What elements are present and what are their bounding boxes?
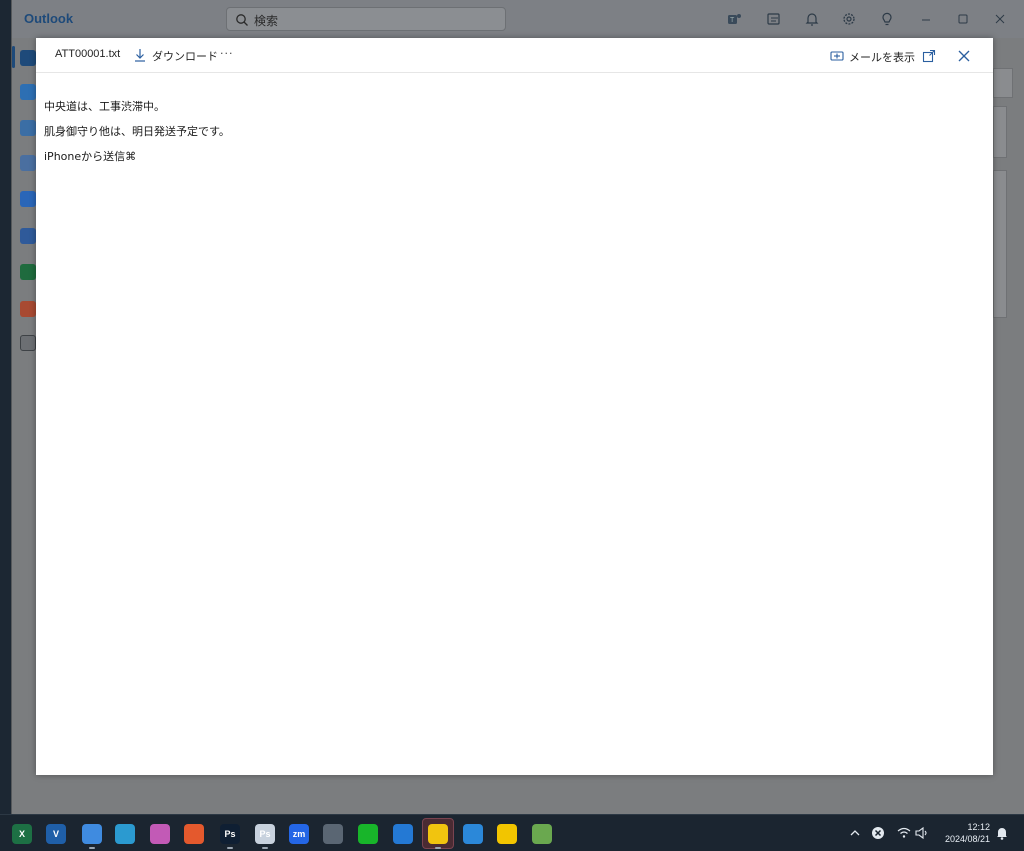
search-placeholder: 検索: [254, 14, 279, 28]
show-mail-button[interactable]: メールを表示: [830, 47, 915, 66]
clock-time: 12:12: [967, 822, 990, 832]
zoom-icon[interactable]: zm: [289, 824, 309, 844]
bg-header: [993, 106, 1007, 158]
wifi-icon[interactable]: [896, 825, 912, 841]
show-mail-icon: [830, 47, 849, 66]
running-indicator: [227, 847, 233, 849]
network-app-icon[interactable]: [532, 824, 552, 844]
apps-icon[interactable]: [20, 335, 36, 351]
app-rail: [12, 38, 37, 814]
chrome-icon[interactable]: [82, 824, 102, 844]
minimize-icon[interactable]: [918, 11, 934, 27]
app-title: Outlook: [24, 11, 74, 26]
people-icon[interactable]: [20, 120, 36, 136]
file-name: ATT00001.txt: [55, 48, 121, 60]
bell-icon[interactable]: [804, 11, 820, 27]
tray-app-icon[interactable]: [870, 825, 886, 841]
compose-icon[interactable]: [766, 11, 782, 27]
excel-icon[interactable]: X: [12, 824, 32, 844]
green-app-icon[interactable]: [358, 824, 378, 844]
title-bar: Outlook 検索 T: [12, 0, 1024, 38]
calculator-icon[interactable]: [323, 824, 343, 844]
powerpoint-icon[interactable]: [20, 301, 36, 317]
gear-icon[interactable]: [841, 11, 857, 27]
search-icon: [235, 12, 249, 26]
notification-bell-icon[interactable]: [994, 825, 1010, 841]
running-indicator: [89, 847, 95, 849]
show-mail-label: メールを表示: [849, 50, 915, 64]
todo-icon[interactable]: [20, 191, 36, 207]
viewer-toolbar: ATT00001.txt ダウンロード ··· メールを表示: [36, 38, 993, 73]
running-indicator: [262, 847, 268, 849]
bg-dropdown: [993, 68, 1013, 98]
safari-icon[interactable]: [393, 824, 413, 844]
download-button[interactable]: ダウンロード: [133, 46, 218, 66]
word-icon[interactable]: [20, 228, 36, 244]
photos-icon[interactable]: [150, 824, 170, 844]
taskbar: X V Ps Ps zm 12:12 2024/08/21: [0, 814, 1024, 851]
photoshop-2-icon[interactable]: Ps: [255, 824, 275, 844]
photoshop-icon[interactable]: Ps: [220, 824, 240, 844]
content-line: 肌身御守り他は、明日発送予定です。: [44, 125, 230, 138]
edge-icon[interactable]: [115, 824, 135, 844]
draw-icon[interactable]: [463, 824, 483, 844]
chevron-up-icon[interactable]: [847, 825, 863, 841]
content-line: 中央道は、工事渋滞中。: [44, 100, 165, 113]
rail-selection-indicator: [12, 46, 15, 68]
download-label: ダウンロード: [152, 50, 218, 63]
content-line: iPhoneから送信⌘: [44, 150, 137, 163]
lightbulb-icon[interactable]: [879, 11, 895, 27]
running-indicator: [435, 847, 441, 849]
attachment-content: 中央道は、工事渋滞中。 肌身御守り他は、明日発送予定です。 iPhoneから送信…: [44, 100, 230, 175]
search-box[interactable]: 検索: [226, 7, 506, 31]
mail-icon[interactable]: [20, 50, 36, 66]
attachment-viewer: ATT00001.txt ダウンロード ··· メールを表示 中央道は、工事渋滞…: [36, 38, 993, 775]
norton-icon[interactable]: [497, 824, 517, 844]
popout-icon[interactable]: [922, 48, 936, 63]
window-close-icon[interactable]: [992, 11, 1008, 27]
groups-icon[interactable]: [20, 155, 36, 171]
svg-text:T: T: [730, 17, 735, 24]
more-options-button[interactable]: ···: [220, 47, 234, 60]
maximize-icon[interactable]: [955, 11, 971, 27]
excel-rail-icon[interactable]: [20, 264, 36, 280]
volume-icon[interactable]: [914, 825, 930, 841]
clock[interactable]: 12:12 2024/08/21: [936, 821, 990, 845]
vscode-icon[interactable]: V: [46, 824, 66, 844]
download-icon: [133, 47, 152, 66]
clock-date: 2024/08/21: [944, 834, 990, 844]
sticky-notes-icon[interactable]: [428, 824, 448, 844]
firefox-icon[interactable]: [184, 824, 204, 844]
teams-icon[interactable]: T: [726, 11, 742, 27]
bg-scroll-panel: [993, 170, 1007, 318]
calendar-icon[interactable]: [20, 84, 36, 100]
close-icon[interactable]: [957, 48, 971, 62]
